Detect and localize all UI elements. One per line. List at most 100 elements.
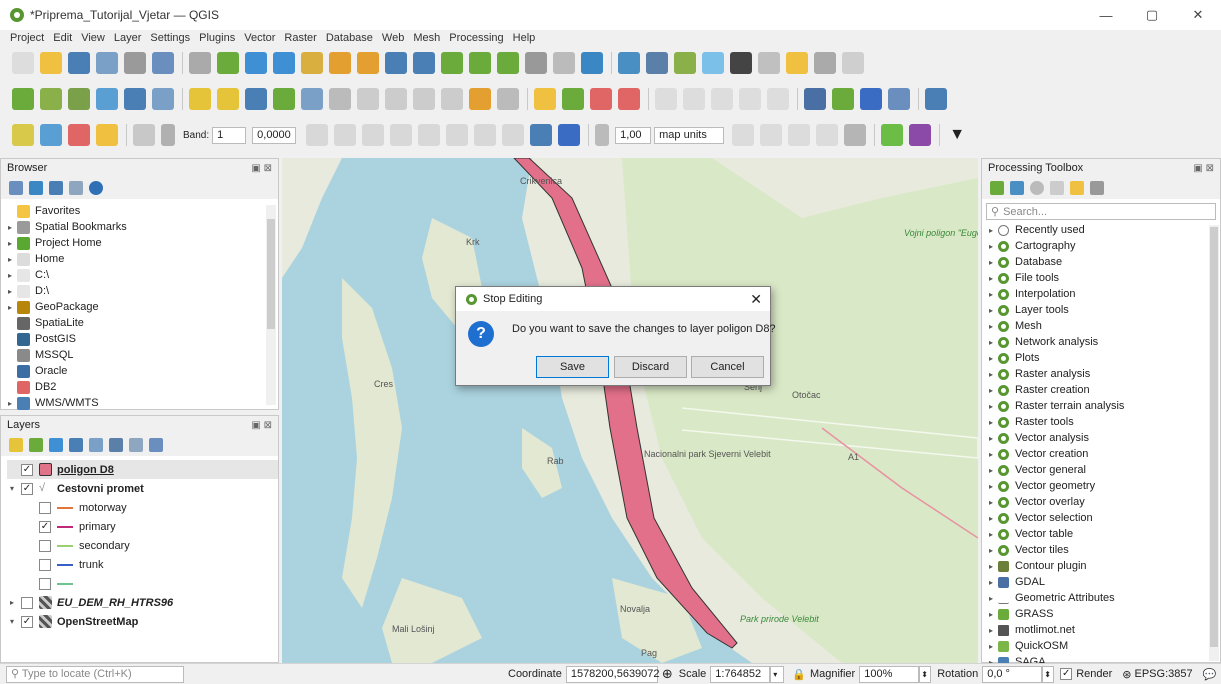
layer-visibility-checkbox[interactable]: ✓ — [21, 463, 33, 476]
processing-search-input[interactable]: Search... — [1003, 206, 1047, 218]
expand-arrow-icon[interactable]: ▸ — [986, 610, 996, 619]
snapping-icon-5[interactable] — [844, 124, 867, 146]
edit-tool-icon-11[interactable] — [301, 88, 323, 110]
edit-tool-icon-3[interactable] — [96, 88, 118, 110]
expand-arrow-icon[interactable]: ▸ — [986, 530, 996, 539]
edit-tool-icon-34[interactable] — [888, 88, 910, 110]
file-tool-icon-23[interactable] — [618, 52, 640, 74]
toggle-extents-icon[interactable]: ⊕ — [662, 666, 673, 682]
processing-search[interactable]: ⚲ Search... — [986, 203, 1216, 220]
layer-item[interactable]: ✓ poligon D8 — [7, 460, 278, 479]
file-tool-icon-24[interactable] — [646, 52, 668, 74]
snapping-icon-4[interactable] — [816, 124, 839, 146]
collapse-all-icon[interactable] — [69, 181, 83, 195]
visibility-icon[interactable] — [49, 438, 63, 452]
layers-panel-controls-icon[interactable]: ▣ ⊠ — [251, 420, 272, 431]
processing-provider[interactable]: ▸ GDAL — [986, 574, 1220, 590]
expand-arrow-icon[interactable]: ▸ — [986, 290, 996, 299]
digitize-tool-icon-3[interactable] — [362, 124, 385, 146]
file-tool-icon-18[interactable] — [497, 52, 519, 74]
edit-tool-icon-1[interactable] — [40, 88, 62, 110]
edit-tool-icon-31[interactable] — [804, 88, 826, 110]
edit-tool-icon-16[interactable] — [441, 88, 463, 110]
file-tool-icon-29[interactable] — [786, 52, 808, 74]
processing-scrollbar-thumb[interactable] — [1210, 227, 1218, 647]
layer-item[interactable]: ✓ primary — [7, 517, 278, 536]
scale-field[interactable]: 1:764852 — [710, 665, 771, 683]
minimize-button[interactable]: — — [1083, 0, 1129, 30]
snapping-icon-3[interactable] — [788, 124, 811, 146]
file-tool-icon-7[interactable] — [189, 52, 211, 74]
deselect-icon[interactable] — [68, 124, 90, 146]
edit-tool-icon-9[interactable] — [245, 88, 267, 110]
expand-arrow-icon[interactable]: ▸ — [986, 274, 996, 283]
edit-tool-icon-4[interactable] — [124, 88, 146, 110]
digitize-tool-icon-5[interactable] — [418, 124, 441, 146]
render-checkbox[interactable]: ✓ — [1060, 668, 1073, 680]
band-select[interactable]: 1 — [212, 126, 247, 144]
filter-browser-icon[interactable] — [49, 181, 63, 195]
processing-provider[interactable]: ▸ Vector geometry — [986, 478, 1220, 494]
processing-provider[interactable]: ▸ Vector tiles — [986, 542, 1220, 558]
expand-arrow-icon[interactable]: ▸ — [986, 642, 996, 651]
layer-visibility-checkbox[interactable]: ✓ — [21, 482, 33, 495]
file-tool-icon-28[interactable] — [758, 52, 780, 74]
edit-tool-icon-23[interactable] — [618, 88, 640, 110]
add-group-icon[interactable] — [29, 438, 43, 452]
processing-provider[interactable]: ▸ Vector table — [986, 526, 1220, 542]
results-viewer-icon[interactable] — [1050, 181, 1064, 195]
menu-database[interactable]: Database — [326, 32, 373, 44]
expand-arrow-icon[interactable]: ▸ — [986, 370, 996, 379]
edit-tool-icon-12[interactable] — [329, 88, 351, 110]
file-tool-icon-9[interactable] — [245, 52, 267, 74]
browser-item[interactable]: ▸ C:\ — [5, 267, 278, 283]
edit-tool-icon-8[interactable] — [217, 88, 239, 110]
scale-dropdown-icon[interactable]: ▾ — [770, 665, 785, 683]
file-tool-icon-20[interactable] — [553, 52, 575, 74]
georeferencer-icon[interactable] — [530, 124, 553, 146]
expand-arrow-icon[interactable]: ▸ — [986, 418, 996, 427]
expand-all-icon[interactable] — [109, 438, 123, 452]
edit-tool-icon-7[interactable] — [189, 88, 211, 110]
edit-tool-icon-21[interactable] — [562, 88, 584, 110]
filter-expression-icon[interactable] — [89, 438, 103, 452]
processing-provider[interactable]: ▸ Vector general — [986, 462, 1220, 478]
edit-tool-icon-10[interactable] — [273, 88, 295, 110]
expand-arrow-icon[interactable]: ▸ — [5, 287, 15, 296]
expand-arrow-icon[interactable]: ▸ — [986, 242, 996, 251]
edit-tool-icon-26[interactable] — [683, 88, 705, 110]
file-tool-icon-5[interactable] — [152, 52, 174, 74]
browser-item[interactable]: SpatiaLite — [5, 315, 278, 331]
history-icon[interactable] — [1030, 181, 1044, 195]
digitize-tool-icon-8[interactable] — [502, 124, 525, 146]
locator-icon[interactable] — [881, 124, 904, 146]
locate-input[interactable]: ⚲ Type to locate (Ctrl+K) — [6, 665, 184, 683]
layer-visibility-checkbox[interactable]: ✓ — [21, 615, 33, 628]
expand-arrow-icon[interactable]: ▸ — [986, 434, 996, 443]
layer-item[interactable]: ▸ EU_DEM_RH_HTRS96 — [7, 593, 278, 612]
band-value-input[interactable]: 0,0000 — [252, 126, 297, 144]
browser-item[interactable]: MSSQL — [5, 347, 278, 363]
filter-icon[interactable]: ▼ — [946, 124, 968, 146]
browser-item[interactable]: ▸ WMS/WMTS — [5, 395, 278, 411]
digitize-tool-icon[interactable] — [306, 124, 329, 146]
file-tool-icon-1[interactable] — [40, 52, 62, 74]
coordinate-field[interactable]: 1578200,5639072 — [565, 665, 660, 683]
processing-provider[interactable]: ▸ Recently used — [986, 222, 1220, 238]
processing-provider[interactable]: ▸ File tools — [986, 270, 1220, 286]
menu-processing[interactable]: Processing — [449, 32, 503, 44]
processing-panel-controls-icon[interactable]: ▣ ⊠ — [1193, 163, 1214, 174]
expand-arrow-icon[interactable]: ▸ — [986, 562, 996, 571]
expand-arrow-icon[interactable]: ▸ — [986, 402, 996, 411]
help-icon[interactable] — [558, 124, 581, 146]
rotation-spin-icon[interactable]: ⬍ — [1042, 665, 1055, 683]
expand-arrow-icon[interactable]: ▾ — [7, 617, 17, 626]
layer-item[interactable]: secondary — [7, 536, 278, 555]
layer-visibility-checkbox[interactable] — [21, 596, 33, 609]
edit-tool-icon-27[interactable] — [711, 88, 733, 110]
browser-scrollbar[interactable] — [266, 205, 276, 405]
expand-arrow-icon[interactable]: ▸ — [986, 338, 996, 347]
layer-visibility-checkbox[interactable] — [39, 558, 51, 571]
edit-tool-icon-36[interactable] — [925, 88, 947, 110]
width-input[interactable]: 1,00 — [615, 126, 652, 144]
